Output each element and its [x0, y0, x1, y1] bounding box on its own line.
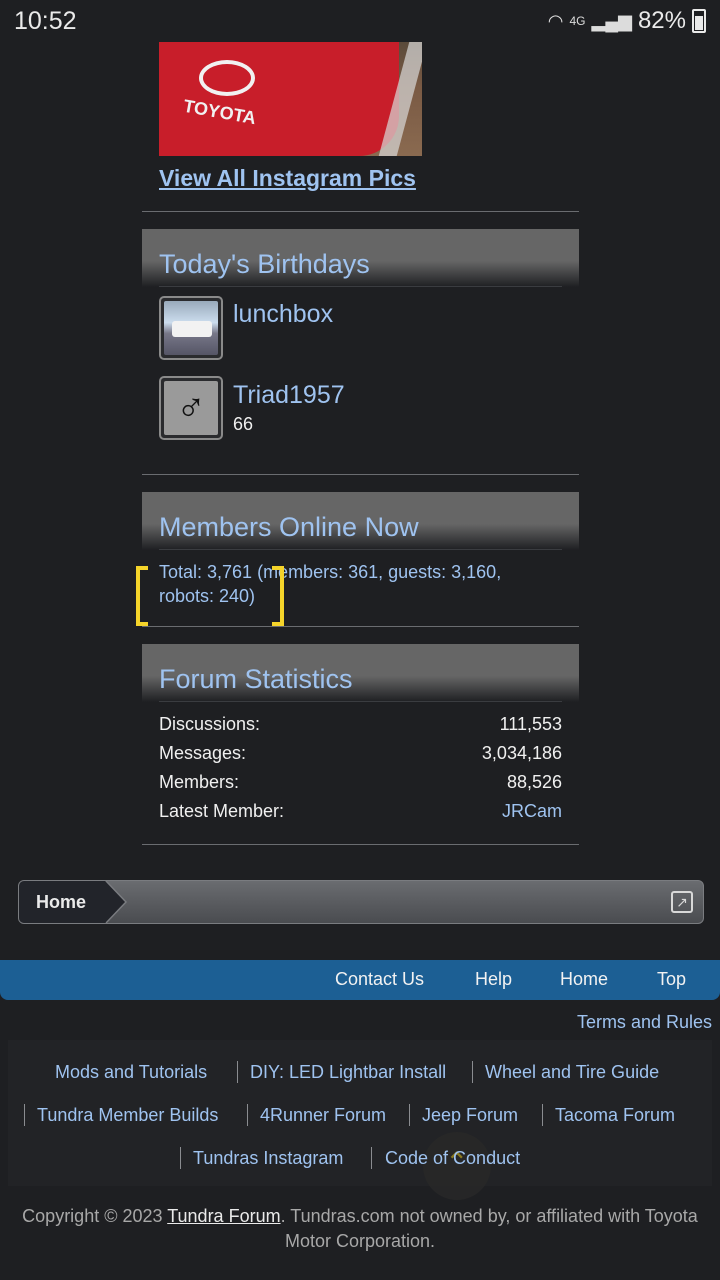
tundra-forum-link[interactable]: Tundra Forum — [167, 1206, 280, 1226]
link-separator — [237, 1061, 238, 1083]
avatar[interactable] — [159, 296, 223, 360]
footer-link-tacoma[interactable]: Tacoma Forum — [555, 1105, 675, 1126]
footer-nav-bar: Contact Us Help Home Top — [0, 960, 720, 1000]
stat-row: Messages: 3,034,186 — [159, 743, 562, 769]
truck-avatar-image — [164, 301, 218, 355]
footer-home-link[interactable]: Home — [560, 969, 608, 990]
footer-contact-link[interactable]: Contact Us — [335, 969, 424, 990]
battery-percent: 82% — [637, 7, 686, 34]
divider — [142, 211, 579, 212]
divider — [142, 474, 579, 475]
birthday-user-name[interactable]: Triad1957 — [233, 381, 345, 410]
copyright-suffix: . Tundras.com not owned by, or affiliate… — [280, 1206, 698, 1251]
status-bar: 10:52 ◠ 4G ▂▄▆ 82% — [0, 0, 720, 42]
network-type: 4G — [569, 14, 586, 28]
view-instagram-link[interactable]: View All Instagram Pics — [159, 165, 416, 192]
external-link-icon[interactable]: ↗ — [671, 891, 693, 913]
footer-help-link[interactable]: Help — [475, 969, 512, 990]
stat-row: Latest Member: JRCam — [159, 801, 562, 827]
divider — [159, 286, 562, 287]
signal-icon: ▂▄▆ — [591, 10, 632, 31]
link-separator — [24, 1104, 25, 1126]
stat-row: Members: 88,526 — [159, 772, 562, 798]
copyright: Copyright © 2023 Tundra Forum. Tundras.c… — [20, 1204, 700, 1254]
terms-link[interactable]: Terms and Rules — [577, 1012, 712, 1033]
divider — [159, 701, 562, 702]
link-separator — [247, 1104, 248, 1126]
latest-member-link[interactable]: JRCam — [502, 801, 562, 822]
link-separator — [542, 1104, 543, 1126]
forum-stats-title: Forum Statistics — [159, 664, 353, 694]
battery-icon — [692, 9, 706, 33]
link-separator — [180, 1147, 181, 1169]
footer-link-builds[interactable]: Tundra Member Builds — [37, 1105, 218, 1126]
breadcrumb: Home ↗ — [18, 880, 704, 924]
birthdays-title: Today's Birthdays — [159, 249, 370, 279]
birthday-user-age: 66 — [233, 414, 254, 434]
wifi-icon: ◠ — [547, 10, 564, 31]
divider — [142, 844, 579, 845]
stat-value: 3,034,186 — [481, 743, 562, 763]
stat-row: Discussions: 111,553 — [159, 714, 562, 740]
members-online-total[interactable]: Total: 3,761 (members: 361, guests: 3,16… — [159, 560, 559, 608]
stat-label: Discussions: — [159, 714, 261, 734]
stat-value: 88,526 — [506, 772, 562, 792]
instagram-photo[interactable]: TOYOTA — [159, 42, 422, 156]
members-online-title: Members Online Now — [159, 512, 419, 542]
divider — [159, 549, 562, 550]
stat-label: Members: — [159, 772, 240, 792]
link-separator — [371, 1147, 372, 1169]
footer-link-conduct[interactable]: Code of Conduct — [385, 1148, 520, 1169]
footer-link-diy[interactable]: DIY: LED Lightbar Install — [250, 1062, 446, 1083]
footer-link-wheel[interactable]: Wheel and Tire Guide — [485, 1062, 659, 1083]
breadcrumb-home[interactable]: Home — [19, 881, 105, 923]
status-icons: ◠ 4G ▂▄▆ 82% — [548, 7, 706, 35]
footer-link-4runner[interactable]: 4Runner Forum — [260, 1105, 386, 1126]
footer-link-mods[interactable]: Mods and Tutorials — [55, 1062, 207, 1083]
breadcrumb-arrow — [105, 881, 125, 923]
stat-value: 111,553 — [499, 714, 562, 734]
footer-link-jeep[interactable]: Jeep Forum — [422, 1105, 518, 1126]
link-separator — [409, 1104, 410, 1126]
highlight-bracket-right — [272, 566, 284, 626]
divider — [142, 626, 579, 627]
toyota-logo-icon — [199, 60, 255, 96]
footer-link-instagram[interactable]: Tundras Instagram — [193, 1148, 343, 1169]
birthday-user-name[interactable]: lunchbox — [233, 300, 333, 329]
copyright-prefix: Copyright © 2023 — [22, 1206, 168, 1226]
avatar[interactable]: ♂ — [159, 376, 223, 440]
male-symbol-icon: ♂ — [164, 381, 218, 435]
stat-label: Latest Member: — [159, 801, 285, 821]
status-time: 10:52 — [14, 7, 77, 35]
stat-label: Messages: — [159, 743, 247, 763]
highlight-bracket-left — [136, 566, 148, 626]
footer-top-link[interactable]: Top — [657, 969, 686, 990]
link-separator — [472, 1061, 473, 1083]
